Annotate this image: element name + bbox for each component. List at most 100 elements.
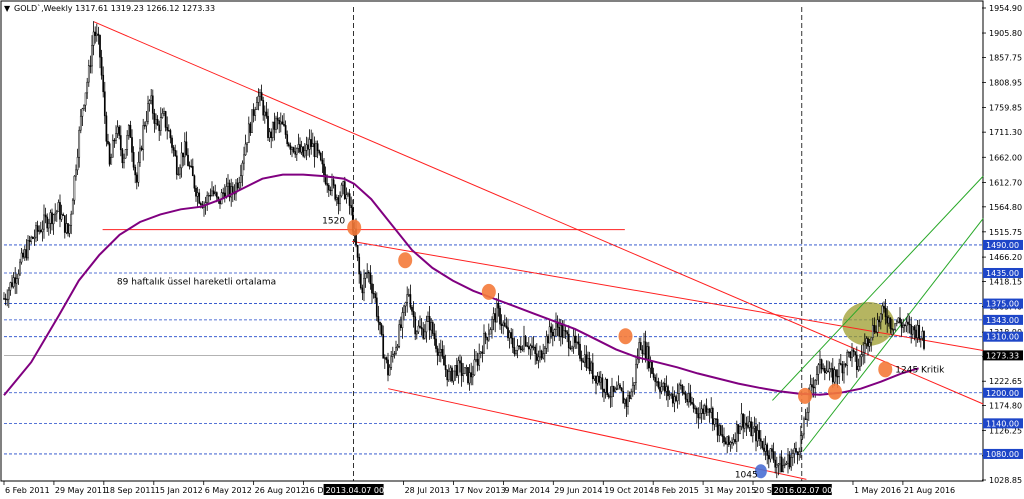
candle-body [340,184,343,197]
price-candle [923,330,925,351]
candle-body [687,393,690,403]
price-candle [467,367,469,385]
candle-body [382,334,385,359]
candle-body [743,422,746,429]
candle-body [775,464,778,468]
candle-body [814,379,817,389]
candle-body [823,368,826,374]
candle-body [238,182,241,189]
candle-body [150,95,153,101]
candle-body [886,316,889,324]
candle-body [295,148,298,155]
chart-title: GOLD`,Weekly 1317.61 1319.23 1266.12 127… [14,3,215,13]
candle-body [348,193,351,206]
candle-body [423,331,426,339]
price-candle [451,365,453,383]
gold-weekly-chart[interactable]: 1954.90 1905.80 1857.75 1808.95 1759.85 1711.… [0,0,1024,499]
level-price-tag: 1200.00 [983,387,1023,398]
candle-body [91,45,93,67]
candle-body [73,175,76,201]
candle-body [899,317,901,323]
candle-body [313,143,316,157]
candle-body [310,139,313,147]
candle-body [327,185,330,191]
y-tick-label: 1222.65 [989,377,1022,386]
candle-body [19,261,21,275]
candle-body [550,326,553,333]
candle-body [260,92,263,101]
candle-body [350,205,353,208]
candle-body [33,236,36,239]
time-marker-text: 2013.04.07 00:00 [326,486,397,495]
candle-body [110,156,113,165]
candle-body [148,100,151,104]
candle-body [163,111,165,114]
candle-body [139,147,141,163]
candle-body [903,324,906,327]
candle-body [175,155,178,175]
candle-body [721,434,724,437]
candle-body [606,378,609,395]
candle-body [134,166,137,176]
candle-body [188,165,191,167]
candle-body [601,377,604,390]
candle-body [767,455,770,460]
candle-body [915,329,917,338]
price-candle [334,183,337,202]
candle-body [607,394,610,398]
candle-body [895,321,898,324]
menu-triangle-icon[interactable]: ▼ [4,4,11,13]
x-tick-label: 8 Feb 2015 [654,486,699,495]
candle-body [447,371,450,381]
y-tick-label: 1564.80 [989,203,1022,212]
candle-body [766,444,769,456]
candle-body [305,144,308,151]
candle-body [41,228,44,233]
candle-body [505,325,508,328]
candle-body [884,308,887,318]
x-tick-label: 18 Sep 2011 [105,486,156,495]
low-1045-label: 1045 [735,470,758,480]
candle-body [211,190,213,196]
candle-body [9,282,12,291]
candle-body [356,244,359,258]
candle-body [318,150,321,154]
candle-body [838,363,841,377]
candle-body [126,134,129,150]
candle-body [748,421,751,428]
candle-body [308,139,311,150]
candle-body [567,333,570,349]
candle-body [159,117,162,131]
candle-body [675,396,677,402]
candle-body [102,74,105,93]
candle-body [123,157,125,164]
candle-body [679,384,682,386]
candle-body [107,141,109,144]
y-tick-label: 1466.20 [989,253,1022,262]
candle-body [247,123,250,143]
candle-body [489,329,492,335]
candle-body [484,333,487,338]
candle-body [212,190,215,195]
level-price-tag: 1140.00 [983,418,1023,429]
candle-body [699,413,701,419]
candle-body [475,359,477,361]
candle-body [412,311,415,318]
price-candle [73,175,76,205]
candle-body [631,384,634,393]
candle-body [905,321,908,326]
candle-body [537,356,540,361]
candle-body [751,427,754,436]
candle-body [337,197,340,205]
candle-body [396,346,399,348]
price-candle [739,425,741,435]
ema-legend: 89 haftalık üssel hareketli ortalama [117,278,276,288]
candle-body [358,257,361,275]
candle-body [161,113,164,118]
candle-body [343,181,346,200]
candle-body [249,123,252,133]
candle-body [563,330,565,338]
candle-body [769,448,772,460]
candle-body [611,385,613,397]
candle-body [617,384,620,390]
